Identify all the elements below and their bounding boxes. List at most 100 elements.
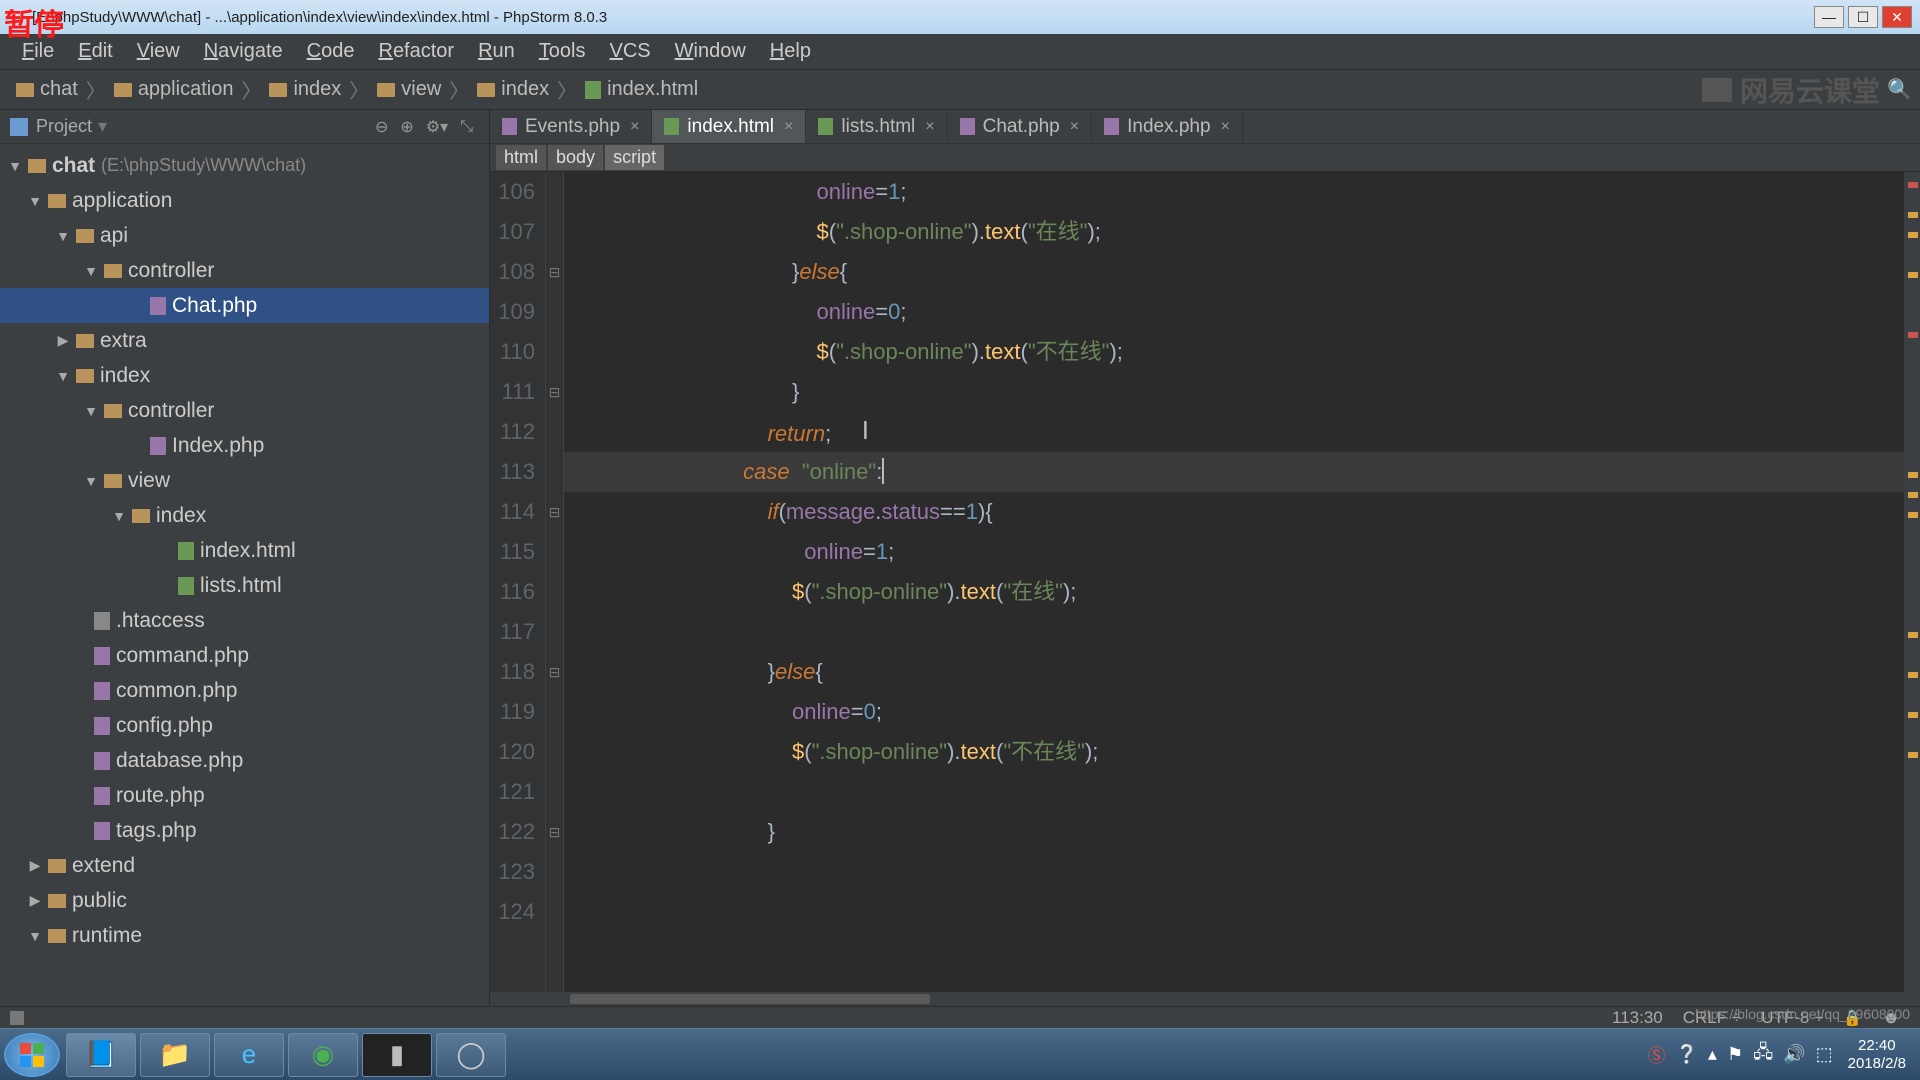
close-icon[interactable]: × — [784, 118, 793, 136]
taskbar-app-phpstorm[interactable]: 📘 — [66, 1033, 136, 1077]
tab-lists-html[interactable]: lists.html× — [806, 110, 947, 143]
pause-overlay: 暂停 — [4, 0, 64, 44]
editor-crumb[interactable]: body — [548, 145, 603, 170]
tree-node[interactable]: command.php — [0, 638, 489, 673]
editor-crumb[interactable]: script — [605, 145, 664, 170]
tree-node[interactable]: ▼controller — [0, 253, 489, 288]
close-icon[interactable]: × — [925, 118, 934, 136]
tree-node[interactable]: config.php — [0, 708, 489, 743]
editor-breadcrumb: htmlbodyscript — [490, 144, 1920, 172]
tree-node[interactable]: ▶public — [0, 883, 489, 918]
crumb-item[interactable]: index.html — [579, 78, 704, 101]
menu-view[interactable]: View — [125, 40, 192, 63]
watermark: 网易云课堂 — [1702, 70, 1880, 110]
nav-bar: chat〉application〉index〉view〉index〉index.… — [0, 70, 1920, 110]
menu-code[interactable]: Code — [295, 40, 367, 63]
menu-help[interactable]: Help — [758, 40, 823, 63]
start-button[interactable] — [4, 1033, 60, 1077]
taskbar-app-obs[interactable]: ◯ — [436, 1033, 506, 1077]
tray-network-icon[interactable]: 🖧 — [1753, 1040, 1773, 1070]
project-panel-header: Project ▾ ⊖ ⊕ ⚙▾ ⤡ — [0, 110, 489, 144]
tray-misc-icon[interactable]: ⬚ — [1816, 1044, 1833, 1065]
code-area[interactable]: 1061071081091101111121131141151161171181… — [490, 172, 1920, 992]
menu-refactor[interactable]: Refactor — [366, 40, 466, 63]
code-source[interactable]: online=1; $(".shop-online").text("在线"); … — [564, 172, 1904, 992]
tree-node[interactable]: lists.html — [0, 568, 489, 603]
taskbar-clock[interactable]: 22:402018/2/8 — [1848, 1037, 1906, 1073]
tree-node[interactable]: .htaccess — [0, 603, 489, 638]
status-bar: 113:30 CRLF ÷ UTF-8 ÷ 🔒 ☻ — [0, 1006, 1920, 1028]
tree-node[interactable]: route.php — [0, 778, 489, 813]
tree-node[interactable]: ▼api — [0, 218, 489, 253]
tree-node[interactable]: ▼index — [0, 358, 489, 393]
fold-column[interactable]: ⊟⊟⊟⊟⊟ — [546, 172, 564, 992]
tree-node[interactable]: tags.php — [0, 813, 489, 848]
tray-help-icon[interactable]: ❔ — [1675, 1044, 1697, 1065]
tree-node[interactable]: Index.php — [0, 428, 489, 463]
tab-index-html[interactable]: index.html× — [652, 110, 806, 143]
editor-tabs: Events.php×index.html×lists.html×Chat.ph… — [490, 110, 1920, 144]
search-icon[interactable]: 🔍 — [1887, 77, 1912, 102]
gutter: 1061071081091101111121131141151161171181… — [490, 172, 546, 992]
tab-Events-php[interactable]: Events.php× — [490, 110, 652, 143]
taskbar-app-cmd[interactable]: ▮ — [362, 1033, 432, 1077]
menu-navigate[interactable]: Navigate — [192, 40, 295, 63]
horizontal-scrollbar[interactable] — [490, 992, 1920, 1006]
system-tray[interactable]: Ⓢ ❔ ▴ ⚑ 🖧 🔊 ⬚ 22:402018/2/8 — [1642, 1037, 1916, 1073]
tree-node[interactable]: ▼index — [0, 498, 489, 533]
menu-vcs[interactable]: VCS — [598, 40, 663, 63]
status-icon — [10, 1011, 24, 1025]
tree-node[interactable]: index.html — [0, 533, 489, 568]
project-icon — [10, 118, 28, 136]
minimize-button[interactable]: — — [1814, 6, 1844, 28]
taskbar-app-green[interactable]: ◉ — [288, 1033, 358, 1077]
editor-crumb[interactable]: html — [496, 145, 546, 170]
titlebar: [E:\phpStudy\WWW\chat] - ...\application… — [0, 0, 1920, 34]
tree-node[interactable]: Chat.php — [0, 288, 489, 323]
editor: Events.php×index.html×lists.html×Chat.ph… — [490, 110, 1920, 1006]
crumb-item[interactable]: view — [371, 78, 447, 101]
close-button[interactable]: ✕ — [1882, 6, 1912, 28]
project-title: Project — [36, 116, 92, 137]
menu-tools[interactable]: Tools — [527, 40, 598, 63]
tab-Index-php[interactable]: Index.php× — [1092, 110, 1243, 143]
crumb-item[interactable]: index — [471, 78, 555, 101]
project-tree[interactable]: ▼chat (E:\phpStudy\WWW\chat) ▼applicatio… — [0, 144, 489, 1006]
tree-node[interactable]: ▼view — [0, 463, 489, 498]
tree-node[interactable]: ▼runtime — [0, 918, 489, 953]
crumb-item[interactable]: chat — [10, 78, 84, 101]
close-icon[interactable]: × — [630, 118, 639, 136]
tray-chevron-icon[interactable]: ▴ — [1708, 1044, 1717, 1065]
gear-icon[interactable]: ⚙▾ — [426, 117, 448, 137]
menu-edit[interactable]: Edit — [66, 40, 124, 63]
close-icon[interactable]: × — [1221, 118, 1230, 136]
hide-icon[interactable]: ⤡ — [460, 118, 473, 136]
tree-root[interactable]: ▼chat (E:\phpStudy\WWW\chat) — [0, 148, 489, 183]
tree-node[interactable]: database.php — [0, 743, 489, 778]
close-icon[interactable]: × — [1070, 118, 1079, 136]
taskbar-app-explorer[interactable]: 📁 — [140, 1033, 210, 1077]
menu-window[interactable]: Window — [663, 40, 758, 63]
tray-volume-icon[interactable]: 🔊 — [1783, 1044, 1805, 1065]
tab-Chat-php[interactable]: Chat.php× — [948, 110, 1092, 143]
maximize-button[interactable]: ☐ — [1848, 6, 1878, 28]
cursor-position: 113:30 — [1612, 1008, 1663, 1028]
tree-node[interactable]: ▼controller — [0, 393, 489, 428]
tree-node[interactable]: ▶extra — [0, 323, 489, 358]
tree-node[interactable]: common.php — [0, 673, 489, 708]
target-icon[interactable]: ⊕ — [400, 117, 413, 137]
marker-strip[interactable] — [1904, 172, 1920, 992]
window-title: [E:\phpStudy\WWW\chat] - ...\application… — [8, 9, 1810, 26]
taskbar-app-ie[interactable]: e — [214, 1033, 284, 1077]
crumb-item[interactable]: index — [263, 78, 347, 101]
tray-s-icon[interactable]: Ⓢ — [1647, 1042, 1665, 1068]
tree-node[interactable]: ▶extend — [0, 848, 489, 883]
project-panel: Project ▾ ⊖ ⊕ ⚙▾ ⤡ ▼chat (E:\phpStudy\WW… — [0, 110, 490, 1006]
tray-flag-icon[interactable]: ⚑ — [1727, 1044, 1743, 1065]
collapse-icon[interactable]: ⊖ — [375, 117, 388, 137]
menu-run[interactable]: Run — [466, 40, 527, 63]
tree-node[interactable]: ▼application — [0, 183, 489, 218]
crumb-item[interactable]: application — [108, 78, 240, 101]
csdn-watermark: https://blog.csdn.net/qq_29608000 — [1695, 1006, 1910, 1022]
scrollbar-thumb[interactable] — [570, 994, 930, 1004]
